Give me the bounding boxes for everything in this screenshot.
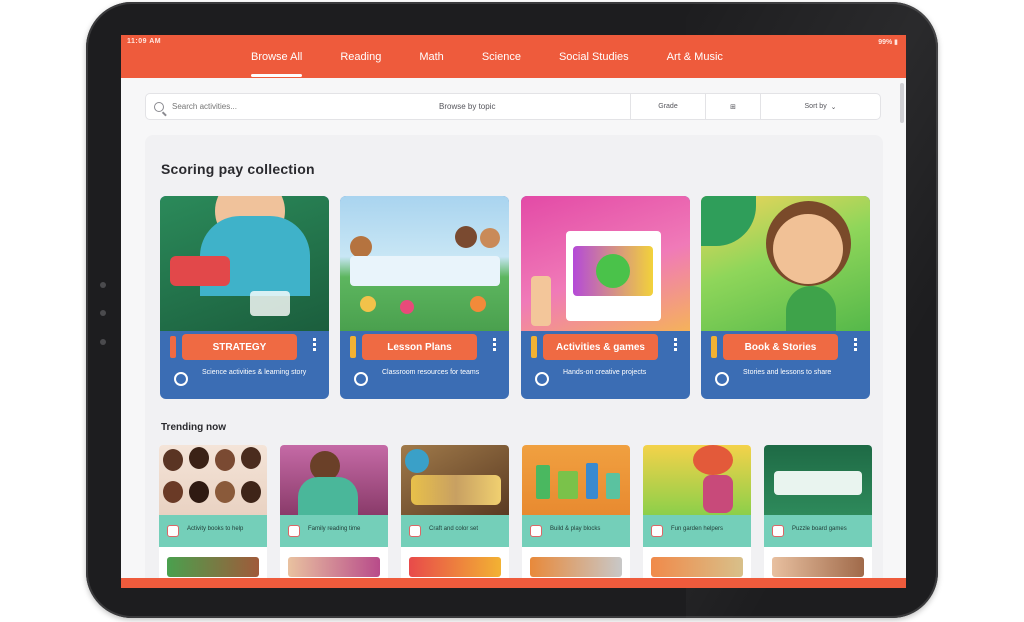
featured-section-title: Scoring pay collection bbox=[161, 161, 315, 177]
status-time: 11:09 AM bbox=[127, 38, 162, 45]
card-image bbox=[340, 196, 509, 331]
grade-dropdown[interactable]: Grade bbox=[630, 94, 705, 119]
tile-image bbox=[522, 445, 630, 515]
card-image bbox=[160, 196, 329, 331]
content-tile[interactable]: Puzzle board games bbox=[764, 445, 872, 585]
nav-item-art-music[interactable]: Art & Music bbox=[667, 51, 723, 63]
content-tile[interactable]: Craft and color set bbox=[401, 445, 509, 585]
card-description: Science activities & learning story bbox=[202, 369, 307, 376]
search-input[interactable] bbox=[172, 102, 372, 111]
tile-image bbox=[280, 445, 388, 517]
browse-topic-label[interactable]: Browse by topic bbox=[439, 102, 495, 111]
nav-item-browse-all[interactable]: Browse All bbox=[251, 51, 303, 77]
tile-title: Puzzle board games bbox=[792, 526, 847, 532]
main-nav: Browse All Reading Math Science Social S… bbox=[251, 51, 761, 77]
top-navigation-bar: 11:09 AM 99% ▮ Browse All Reading Math S… bbox=[121, 35, 906, 78]
screen: 11:09 AM 99% ▮ Browse All Reading Math S… bbox=[121, 35, 906, 588]
tile-title: Fun garden helpers bbox=[671, 526, 724, 532]
more-options-icon[interactable] bbox=[670, 336, 682, 358]
featured-card[interactable]: STRATEGY Science activities & learning s… bbox=[160, 196, 329, 399]
tile-image bbox=[643, 445, 751, 515]
nav-item-science[interactable]: Science bbox=[482, 51, 521, 63]
tile-preview bbox=[409, 557, 501, 577]
tile-category-icon bbox=[409, 525, 421, 537]
tile-image bbox=[764, 445, 872, 515]
tile-category-icon bbox=[288, 525, 300, 537]
user-icon bbox=[535, 372, 549, 386]
tile-preview bbox=[167, 557, 259, 577]
tile-category-icon bbox=[772, 525, 784, 537]
filter-button[interactable]: ⊞ bbox=[705, 94, 760, 119]
search-bar: Browse by topic Grade ⊞ Sort by ⌄ bbox=[145, 93, 881, 120]
tile-title: Family reading time bbox=[308, 526, 361, 532]
featured-card[interactable]: Activities & games Hands-on creative pro… bbox=[521, 196, 690, 399]
tile-category-icon bbox=[530, 525, 542, 537]
tile-title: Craft and color set bbox=[429, 526, 479, 532]
card-label: STRATEGY bbox=[182, 334, 297, 360]
user-icon bbox=[354, 372, 368, 386]
more-options-icon[interactable] bbox=[850, 336, 862, 358]
card-description: Classroom resources for teams bbox=[382, 369, 480, 376]
user-icon bbox=[174, 372, 188, 386]
nav-item-math[interactable]: Math bbox=[419, 51, 443, 63]
tile-title: Activity books to help bbox=[187, 526, 244, 532]
card-description: Stories and lessons to share bbox=[743, 369, 832, 376]
content-panel: Scoring pay collection STRATEGY Science … bbox=[145, 135, 883, 588]
card-image bbox=[701, 196, 870, 331]
card-flag-icon bbox=[711, 336, 717, 358]
card-label: Book & Stories bbox=[723, 334, 838, 360]
card-label: Lesson Plans bbox=[362, 334, 477, 360]
tile-category-icon bbox=[167, 525, 179, 537]
tile-preview bbox=[651, 557, 743, 577]
tile-preview bbox=[530, 557, 622, 577]
chevron-down-icon: ⌄ bbox=[830, 103, 837, 111]
card-flag-icon bbox=[531, 336, 537, 358]
nav-item-reading[interactable]: Reading bbox=[340, 51, 381, 63]
status-battery: 99% ▮ bbox=[878, 39, 898, 46]
card-flag-icon bbox=[350, 336, 356, 358]
card-flag-icon bbox=[170, 336, 176, 358]
user-icon bbox=[715, 372, 729, 386]
content-tile[interactable]: Activity books to help bbox=[159, 445, 267, 585]
card-label: Activities & games bbox=[543, 334, 658, 360]
grade-label: Grade bbox=[658, 103, 678, 110]
card-image bbox=[521, 196, 690, 331]
bottom-bar bbox=[121, 578, 906, 588]
tile-image bbox=[159, 445, 267, 515]
sort-label: Sort by bbox=[804, 103, 827, 110]
side-button bbox=[100, 282, 106, 288]
side-button bbox=[100, 339, 106, 345]
tile-preview bbox=[772, 557, 864, 577]
featured-card[interactable]: Book & Stories Stories and lessons to sh… bbox=[701, 196, 870, 399]
tile-title: Build & play blocks bbox=[550, 526, 601, 532]
trending-section-title: Trending now bbox=[161, 422, 226, 433]
tile-image bbox=[401, 445, 509, 515]
tile-preview bbox=[288, 557, 380, 577]
content-tile[interactable]: Fun garden helpers bbox=[643, 445, 751, 585]
filter-icon: ⊞ bbox=[730, 103, 736, 111]
tile-category-icon bbox=[651, 525, 663, 537]
card-description: Hands-on creative projects bbox=[563, 369, 647, 376]
side-button bbox=[100, 310, 106, 316]
search-icon bbox=[154, 101, 164, 112]
featured-card[interactable]: Lesson Plans Classroom resources for tea… bbox=[340, 196, 509, 399]
nav-item-social-studies[interactable]: Social Studies bbox=[559, 51, 629, 63]
sort-dropdown[interactable]: Sort by ⌄ bbox=[760, 94, 880, 119]
more-options-icon[interactable] bbox=[309, 336, 321, 358]
more-options-icon[interactable] bbox=[489, 336, 501, 358]
content-tile[interactable]: Family reading time bbox=[280, 445, 388, 585]
content-tile[interactable]: Build & play blocks bbox=[522, 445, 630, 585]
scrollbar[interactable] bbox=[900, 83, 904, 123]
